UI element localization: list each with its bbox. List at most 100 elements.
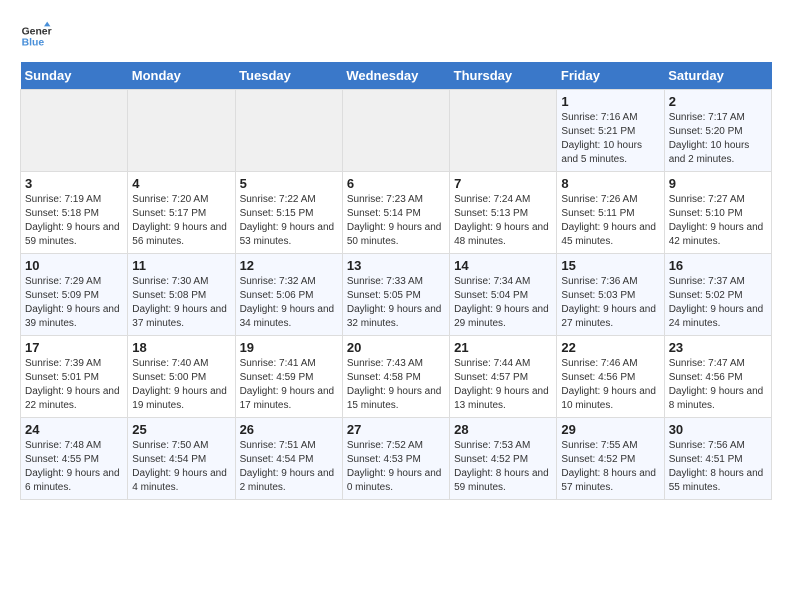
- calendar-cell: 14Sunrise: 7:34 AM Sunset: 5:04 PM Dayli…: [450, 254, 557, 336]
- day-number: 12: [240, 258, 338, 273]
- calendar-cell: 28 Sunrise: 7:53 AM Sunset: 4:52 PM Dayli…: [450, 418, 557, 500]
- weekday-header: Sunday: [21, 62, 128, 90]
- calendar-week-row: 1 Sunrise: 7:16 AM Sunset: 5:21 PM Daylig…: [21, 90, 772, 172]
- day-info: Sunrise: 7:48 AM Sunset: 4:55 PM Dayligh…: [25, 439, 123, 495]
- day-number: 4: [132, 176, 230, 191]
- calendar-cell: [450, 90, 557, 172]
- day-number: 7: [454, 176, 552, 191]
- day-info: Sunrise: 7:22 AM Sunset: 5:15 PM Dayligh…: [240, 193, 338, 249]
- day-info: Sunrise: 7:37 AM Sunset: 5:02 PM Dayligh…: [669, 275, 767, 331]
- day-info: Sunrise: 7:23 AM Sunset: 5:14 PM Dayligh…: [347, 193, 445, 249]
- calendar-cell: 7 Sunrise: 7:24 AM Sunset: 5:13 PM Daylig…: [450, 172, 557, 254]
- day-info: Sunrise: 7:55 AM Sunset: 4:52 PM Dayligh…: [561, 439, 659, 495]
- day-info: Sunrise: 7:33 AM Sunset: 5:05 PM Dayligh…: [347, 275, 445, 331]
- weekday-header: Friday: [557, 62, 664, 90]
- logo: General Blue: [20, 20, 52, 52]
- day-number: 14: [454, 258, 552, 273]
- day-number: 15: [561, 258, 659, 273]
- day-number: 24: [25, 422, 123, 437]
- calendar-cell: 6 Sunrise: 7:23 AM Sunset: 5:14 PM Daylig…: [342, 172, 449, 254]
- day-number: 11: [132, 258, 230, 273]
- day-number: 19: [240, 340, 338, 355]
- calendar-cell: [21, 90, 128, 172]
- day-info: Sunrise: 7:41 AM Sunset: 4:59 PM Dayligh…: [240, 357, 338, 413]
- calendar-cell: 13 Sunrise: 7:33 AM Sunset: 5:05 PM Dayli…: [342, 254, 449, 336]
- day-number: 28: [454, 422, 552, 437]
- calendar-week-row: 3Sunrise: 7:19 AM Sunset: 5:18 PM Daylig…: [21, 172, 772, 254]
- day-info: Sunrise: 7:51 AM Sunset: 4:54 PM Dayligh…: [240, 439, 338, 495]
- day-number: 5: [240, 176, 338, 191]
- day-info: Sunrise: 7:39 AM Sunset: 5:01 PM Dayligh…: [25, 357, 123, 413]
- day-info: Sunrise: 7:52 AM Sunset: 4:53 PM Dayligh…: [347, 439, 445, 495]
- calendar-cell: 5 Sunrise: 7:22 AM Sunset: 5:15 PM Daylig…: [235, 172, 342, 254]
- calendar-cell: 4 Sunrise: 7:20 AM Sunset: 5:17 PM Daylig…: [128, 172, 235, 254]
- day-info: Sunrise: 7:29 AM Sunset: 5:09 PM Dayligh…: [25, 275, 123, 331]
- day-info: Sunrise: 7:47 AM Sunset: 4:56 PM Dayligh…: [669, 357, 767, 413]
- day-info: Sunrise: 7:26 AM Sunset: 5:11 PM Dayligh…: [561, 193, 659, 249]
- day-number: 6: [347, 176, 445, 191]
- calendar-cell: 25 Sunrise: 7:50 AM Sunset: 4:54 PM Dayli…: [128, 418, 235, 500]
- weekday-header: Saturday: [664, 62, 771, 90]
- day-info: Sunrise: 7:30 AM Sunset: 5:08 PM Dayligh…: [132, 275, 230, 331]
- day-info: Sunrise: 7:17 AM Sunset: 5:20 PM Dayligh…: [669, 111, 767, 167]
- day-info: Sunrise: 7:16 AM Sunset: 5:21 PM Dayligh…: [561, 111, 659, 167]
- calendar-cell: 9 Sunrise: 7:27 AM Sunset: 5:10 PM Daylig…: [664, 172, 771, 254]
- day-number: 20: [347, 340, 445, 355]
- day-info: Sunrise: 7:32 AM Sunset: 5:06 PM Dayligh…: [240, 275, 338, 331]
- day-info: Sunrise: 7:27 AM Sunset: 5:10 PM Dayligh…: [669, 193, 767, 249]
- day-info: Sunrise: 7:46 AM Sunset: 4:56 PM Dayligh…: [561, 357, 659, 413]
- day-number: 16: [669, 258, 767, 273]
- calendar-cell: 22 Sunrise: 7:46 AM Sunset: 4:56 PM Dayli…: [557, 336, 664, 418]
- day-number: 17: [25, 340, 123, 355]
- calendar-cell: 8 Sunrise: 7:26 AM Sunset: 5:11 PM Daylig…: [557, 172, 664, 254]
- day-number: 3: [25, 176, 123, 191]
- day-info: Sunrise: 7:43 AM Sunset: 4:58 PM Dayligh…: [347, 357, 445, 413]
- calendar-cell: 12 Sunrise: 7:32 AM Sunset: 5:06 PM Dayli…: [235, 254, 342, 336]
- calendar-cell: 21Sunrise: 7:44 AM Sunset: 4:57 PM Dayli…: [450, 336, 557, 418]
- calendar-cell: 18 Sunrise: 7:40 AM Sunset: 5:00 PM Dayli…: [128, 336, 235, 418]
- day-info: Sunrise: 7:20 AM Sunset: 5:17 PM Dayligh…: [132, 193, 230, 249]
- day-info: Sunrise: 7:40 AM Sunset: 5:00 PM Dayligh…: [132, 357, 230, 413]
- day-info: Sunrise: 7:56 AM Sunset: 4:51 PM Dayligh…: [669, 439, 767, 495]
- day-number: 25: [132, 422, 230, 437]
- day-number: 8: [561, 176, 659, 191]
- calendar-cell: [342, 90, 449, 172]
- calendar-cell: 17 Sunrise: 7:39 AM Sunset: 5:01 PM Dayli…: [21, 336, 128, 418]
- day-number: 9: [669, 176, 767, 191]
- calendar-cell: [128, 90, 235, 172]
- day-info: Sunrise: 7:50 AM Sunset: 4:54 PM Dayligh…: [132, 439, 230, 495]
- calendar-cell: 2 Sunrise: 7:17 AM Sunset: 5:20 PM Daylig…: [664, 90, 771, 172]
- calendar-cell: 16 Sunrise: 7:37 AM Sunset: 5:02 PM Dayli…: [664, 254, 771, 336]
- weekday-header: Thursday: [450, 62, 557, 90]
- calendar-cell: 24 Sunrise: 7:48 AM Sunset: 4:55 PM Dayli…: [21, 418, 128, 500]
- weekday-header: Monday: [128, 62, 235, 90]
- calendar-week-row: 24 Sunrise: 7:48 AM Sunset: 4:55 PM Dayli…: [21, 418, 772, 500]
- calendar-week-row: 17 Sunrise: 7:39 AM Sunset: 5:01 PM Dayli…: [21, 336, 772, 418]
- day-number: 27: [347, 422, 445, 437]
- day-info: Sunrise: 7:36 AM Sunset: 5:03 PM Dayligh…: [561, 275, 659, 331]
- svg-text:Blue: Blue: [22, 38, 45, 49]
- day-number: 18: [132, 340, 230, 355]
- calendar-cell: 26 Sunrise: 7:51 AM Sunset: 4:54 PM Dayli…: [235, 418, 342, 500]
- day-number: 21: [454, 340, 552, 355]
- day-number: 2: [669, 94, 767, 109]
- day-number: 13: [347, 258, 445, 273]
- day-number: 23: [669, 340, 767, 355]
- calendar-cell: 29 Sunrise: 7:55 AM Sunset: 4:52 PM Dayli…: [557, 418, 664, 500]
- weekday-header-row: SundayMondayTuesdayWednesdayThursdayFrid…: [21, 62, 772, 90]
- day-info: Sunrise: 7:24 AM Sunset: 5:13 PM Dayligh…: [454, 193, 552, 249]
- day-info: Sunrise: 7:53 AM Sunset: 4:52 PM Dayligh…: [454, 439, 552, 495]
- calendar-cell: 11 Sunrise: 7:30 AM Sunset: 5:08 PM Dayli…: [128, 254, 235, 336]
- day-number: 26: [240, 422, 338, 437]
- calendar-cell: 19 Sunrise: 7:41 AM Sunset: 4:59 PM Dayli…: [235, 336, 342, 418]
- day-number: 30: [669, 422, 767, 437]
- day-number: 29: [561, 422, 659, 437]
- weekday-header: Tuesday: [235, 62, 342, 90]
- day-number: 22: [561, 340, 659, 355]
- calendar-cell: 23 Sunrise: 7:47 AM Sunset: 4:56 PM Dayli…: [664, 336, 771, 418]
- day-number: 1: [561, 94, 659, 109]
- day-number: 10: [25, 258, 123, 273]
- calendar-cell: 3Sunrise: 7:19 AM Sunset: 5:18 PM Daylig…: [21, 172, 128, 254]
- weekday-header: Wednesday: [342, 62, 449, 90]
- header: General Blue: [20, 20, 772, 52]
